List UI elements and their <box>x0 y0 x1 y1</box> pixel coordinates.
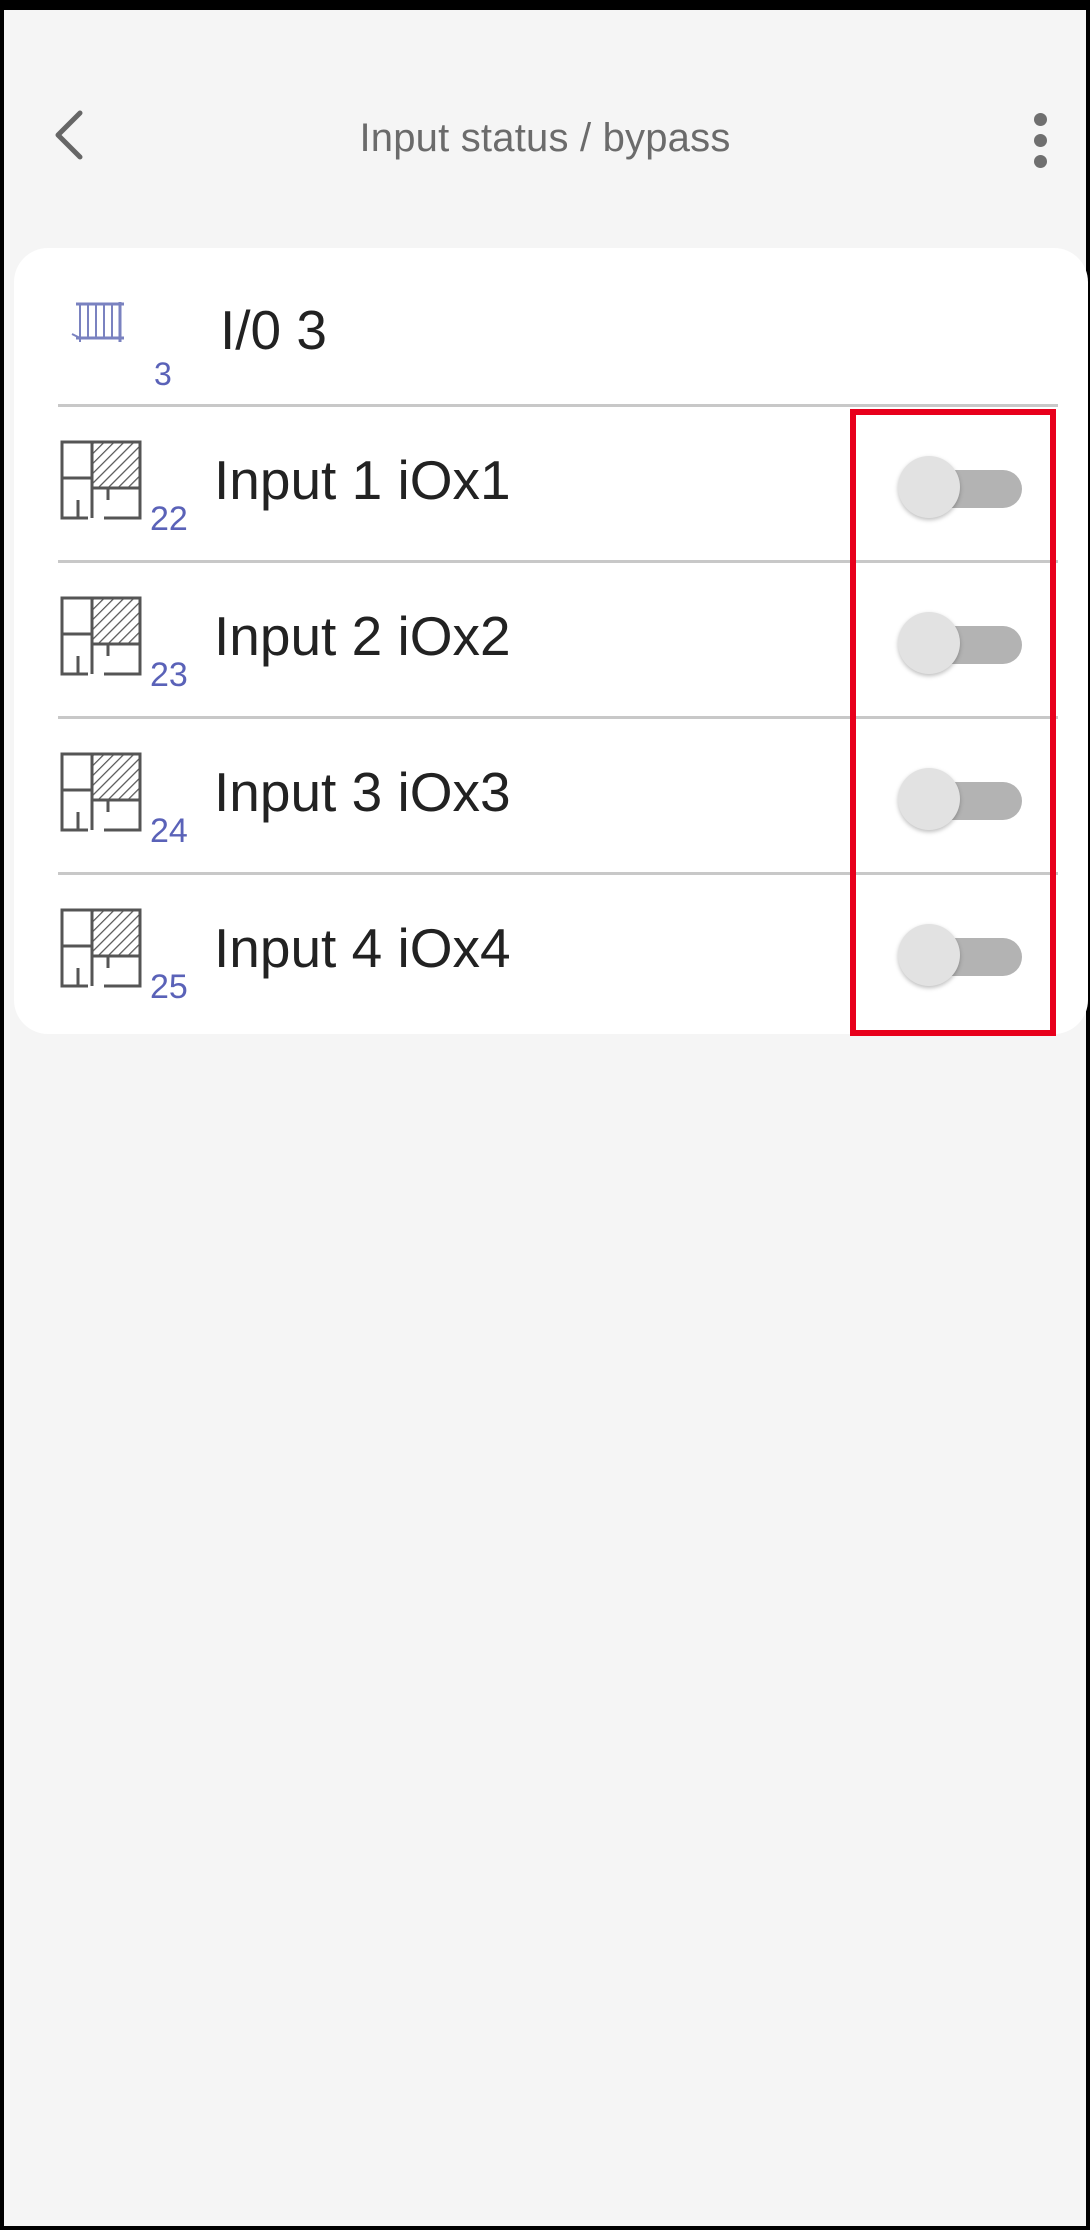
page-title: Input status / bypass <box>359 116 731 160</box>
toggle-thumb <box>898 768 960 830</box>
input-number: 24 <box>150 812 188 850</box>
bypass-toggle[interactable] <box>898 768 1028 830</box>
bypass-toggle[interactable] <box>898 612 1028 674</box>
zone-floorplan-icon <box>60 596 142 676</box>
input-row[interactable]: 24 Input 3 iOx3 <box>14 716 1088 872</box>
input-row[interactable]: 22 Input 1 iOx1 <box>14 404 1088 560</box>
input-row[interactable]: 25 Input 4 iOx4 <box>14 872 1088 1028</box>
input-number: 23 <box>150 656 188 694</box>
toggle-thumb <box>898 924 960 986</box>
group-header: 3 I/0 3 <box>14 248 1088 404</box>
row-divider <box>58 872 1058 875</box>
input-number: 22 <box>150 500 188 538</box>
app-screen: Input status / bypass 3 I/0 3 22 Input 1… <box>0 0 1090 2230</box>
zone-floorplan-icon <box>60 752 142 832</box>
zone-floorplan-icon <box>60 440 142 520</box>
input-number: 25 <box>150 968 188 1006</box>
zone-floorplan-icon <box>60 908 142 988</box>
gate-icon <box>71 302 124 342</box>
bypass-toggle[interactable] <box>898 456 1028 518</box>
input-label: Input 2 iOx2 <box>214 605 511 667</box>
row-divider <box>58 716 1058 719</box>
more-vertical-icon <box>1033 112 1047 126</box>
input-label: Input 3 iOx3 <box>214 761 511 823</box>
input-row[interactable]: 23 Input 2 iOx2 <box>14 560 1088 716</box>
group-number: 3 <box>154 356 172 392</box>
inputs-card: 3 I/0 3 22 Input 1 iOx1 23 Input 2 iOx2 … <box>14 248 1088 1034</box>
more-options-button[interactable] <box>1022 110 1058 170</box>
row-divider <box>58 560 1058 563</box>
input-label: Input 4 iOx4 <box>214 917 511 979</box>
toggle-thumb <box>898 456 960 518</box>
bypass-toggle[interactable] <box>898 924 1028 986</box>
row-divider <box>58 404 1058 407</box>
toggle-thumb <box>898 612 960 674</box>
top-app-bar: Input status / bypass <box>4 10 1086 260</box>
group-label: I/0 3 <box>220 299 328 361</box>
input-label: Input 1 iOx1 <box>214 449 511 511</box>
